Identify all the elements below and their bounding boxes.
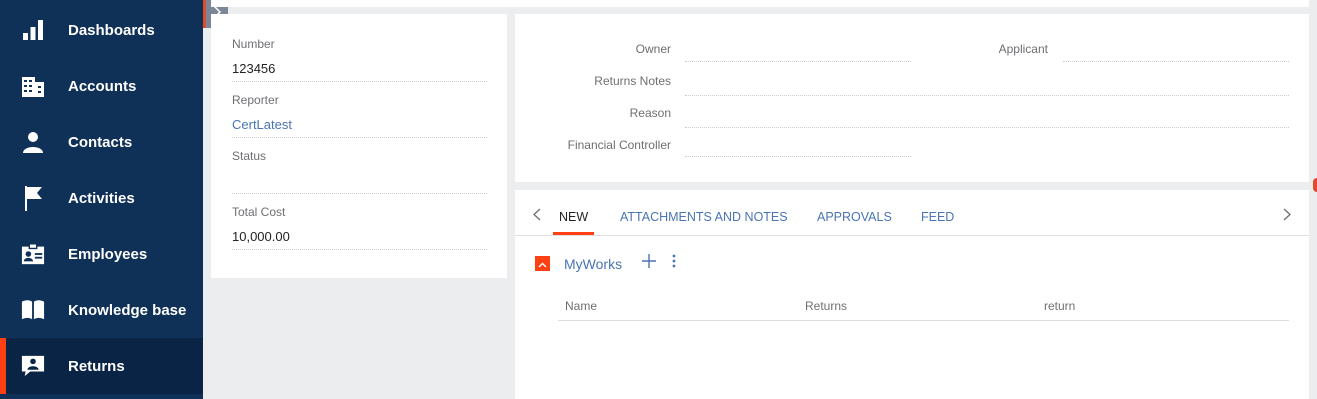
divider: [232, 81, 487, 82]
tabs-prev-button[interactable]: [529, 207, 545, 227]
person-icon: [21, 130, 45, 154]
bar-chart-icon: [21, 18, 45, 42]
book-icon: [21, 298, 45, 322]
reason-label: Reason: [629, 106, 671, 120]
financial-controller-field[interactable]: [685, 156, 911, 157]
header-strip: [211, 0, 1309, 7]
total-cost-label: Total Cost: [232, 205, 286, 219]
tab-attachments-and-notes[interactable]: ATTACHMENTS AND NOTES: [620, 210, 788, 224]
tab-approvals[interactable]: APPROVALS: [817, 210, 892, 224]
financial-controller-label: Financial Controller: [567, 138, 671, 152]
divider: [515, 235, 1309, 236]
sidebar-item-activities[interactable]: Activities: [0, 170, 203, 226]
sidebar-item-knowledge-base[interactable]: Knowledge base: [0, 282, 203, 338]
divider: [232, 249, 487, 250]
owner-label: Owner: [635, 42, 671, 56]
sidebar-item-dashboards[interactable]: Dashboards: [0, 2, 203, 58]
detail-title[interactable]: MyWorks: [564, 256, 622, 272]
sidebar-item-label: Activities: [68, 189, 135, 207]
tabs-card: NEW ATTACHMENTS AND NOTES APPROVALS FEED…: [515, 190, 1309, 399]
primary-fields-card: Number 123456 Reporter CertLatest Status…: [211, 14, 507, 278]
detail-collapse-button[interactable]: [535, 256, 550, 271]
flag-icon: [21, 186, 45, 211]
more-vertical-icon: [672, 254, 676, 273]
column-header-name[interactable]: Name: [565, 299, 597, 313]
add-record-button[interactable]: [641, 253, 657, 273]
applicant-field[interactable]: [1063, 61, 1289, 62]
sidebar-item-returns[interactable]: Returns: [0, 338, 203, 394]
status-label: Status: [232, 149, 267, 163]
number-field[interactable]: 123456: [232, 61, 275, 76]
detail-menu-button[interactable]: [667, 253, 681, 273]
sidebar-item-label: Returns: [68, 357, 125, 375]
tabs-next-button[interactable]: [1279, 207, 1295, 227]
plus-icon: [642, 253, 656, 273]
sidebar-item-employees[interactable]: Employees: [0, 226, 203, 282]
returns-notes-field[interactable]: [685, 95, 1289, 96]
chat-person-icon: [21, 354, 45, 378]
sidebar-item-label: Employees: [68, 245, 148, 263]
reporter-label: Reporter: [232, 93, 279, 107]
sidebar: Dashboards Accounts Contacts Activities …: [0, 0, 203, 399]
chevron-up-icon: [538, 255, 547, 273]
number-label: Number: [232, 37, 275, 51]
returns-notes-label: Returns Notes: [594, 74, 671, 88]
id-card-icon: [21, 242, 45, 266]
sidebar-item-accounts[interactable]: Accounts: [0, 58, 203, 114]
tab-feed[interactable]: FEED: [921, 210, 954, 224]
owner-field[interactable]: [685, 61, 911, 62]
reason-field[interactable]: [685, 127, 1289, 128]
building-icon: [21, 74, 45, 98]
sidebar-item-label: Knowledge base: [68, 301, 187, 319]
applicant-label: Applicant: [998, 42, 1048, 56]
chevron-right-icon: [1283, 208, 1291, 226]
sidebar-item-label: Contacts: [68, 133, 133, 151]
total-cost-field[interactable]: 10,000.00: [232, 229, 290, 244]
notification-indicator[interactable]: [1313, 178, 1317, 192]
column-header-returns[interactable]: Returns: [805, 299, 847, 313]
sidebar-item-label: Dashboards: [68, 21, 155, 39]
tab-new[interactable]: NEW: [559, 210, 588, 224]
divider: [232, 193, 487, 194]
column-header-return[interactable]: return: [1044, 299, 1075, 313]
sidebar-item-contacts[interactable]: Contacts: [0, 114, 203, 170]
chevron-left-icon: [533, 208, 541, 226]
divider: [558, 320, 1289, 321]
details-fields-card: Owner Applicant Returns Notes Reason Fin…: [515, 14, 1309, 182]
reporter-link[interactable]: CertLatest: [232, 117, 292, 132]
sidebar-item-label: Accounts: [68, 77, 137, 95]
divider: [232, 137, 487, 138]
